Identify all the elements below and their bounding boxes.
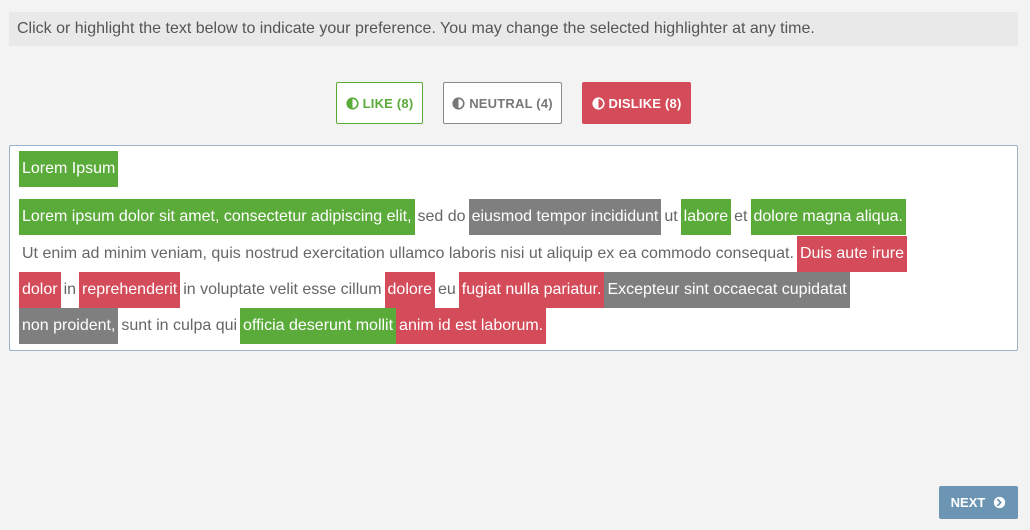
- text-segment[interactable]: eiusmod tempor incididunt: [468, 199, 662, 235]
- text-segment[interactable]: in: [61, 272, 79, 308]
- arrow-circle-right-icon: [994, 496, 1006, 509]
- text-segment[interactable]: Lorem Ipsum: [19, 151, 119, 187]
- text-segment[interactable]: Duis aute irure: [796, 236, 907, 272]
- text-segment[interactable]: officia deserunt mollit: [240, 308, 397, 344]
- passage-line: Lorem Ipsum: [19, 151, 119, 187]
- text-segment[interactable]: in voluptate velit esse cillum: [180, 272, 384, 308]
- text-segment[interactable]: sed do: [415, 199, 469, 235]
- next-label: NEXT: [950, 495, 986, 510]
- text-segment[interactable]: dolore: [384, 272, 435, 308]
- text-segment[interactable]: reprehenderit: [79, 272, 181, 308]
- text-segment[interactable]: Excepteur sint occaecat cupidatat: [604, 272, 850, 308]
- text-segment[interactable]: dolor: [19, 272, 61, 308]
- text-segment[interactable]: anim id est laborum.: [396, 308, 547, 344]
- next-button[interactable]: NEXT: [939, 486, 1018, 519]
- passage-line: Lorem ipsum dolor sit amet, consectetur …: [19, 199, 906, 235]
- neutral-label: NEUTRAL (4): [469, 95, 553, 111]
- text-segment[interactable]: non proident,: [19, 308, 119, 344]
- text-segment[interactable]: et: [731, 199, 750, 235]
- half-circle-icon: [346, 96, 359, 110]
- text-segment[interactable]: labore: [680, 199, 732, 235]
- text-segment[interactable]: sunt in culpa qui: [118, 308, 240, 344]
- neutral-highlighter-button[interactable]: NEUTRAL (4): [443, 82, 562, 124]
- highlight-text-area[interactable]: Lorem Ipsum Lorem ipsum dolor sit amet, …: [9, 145, 1018, 351]
- text-segment[interactable]: Lorem ipsum dolor sit amet, consectetur …: [19, 199, 415, 235]
- text-segment[interactable]: ut: [661, 199, 680, 235]
- text-segment[interactable]: dolore magna aliqua.: [750, 199, 906, 235]
- like-highlighter-button[interactable]: LIKE (8): [336, 82, 423, 124]
- text-segment[interactable]: Ut enim ad minim veniam, quis nostrud ex…: [19, 236, 797, 272]
- half-circle-icon: [591, 96, 605, 110]
- passage-line: non proident, sunt in culpa qui officia …: [19, 308, 547, 344]
- dislike-highlighter-button[interactable]: DISLIKE (8): [582, 82, 691, 124]
- text-segment[interactable]: eu: [435, 272, 459, 308]
- instructions-text: Click or highlight the text below to ind…: [9, 12, 1018, 46]
- passage-line: Ut enim ad minim veniam, quis nostrud ex…: [19, 236, 907, 272]
- like-label: LIKE (8): [362, 95, 414, 111]
- passage-line: dolor in reprehenderit in voluptate veli…: [19, 272, 850, 308]
- text-segment[interactable]: fugiat nulla pariatur.: [458, 272, 605, 308]
- dislike-label: DISLIKE (8): [608, 95, 682, 111]
- half-circle-icon: [452, 96, 465, 110]
